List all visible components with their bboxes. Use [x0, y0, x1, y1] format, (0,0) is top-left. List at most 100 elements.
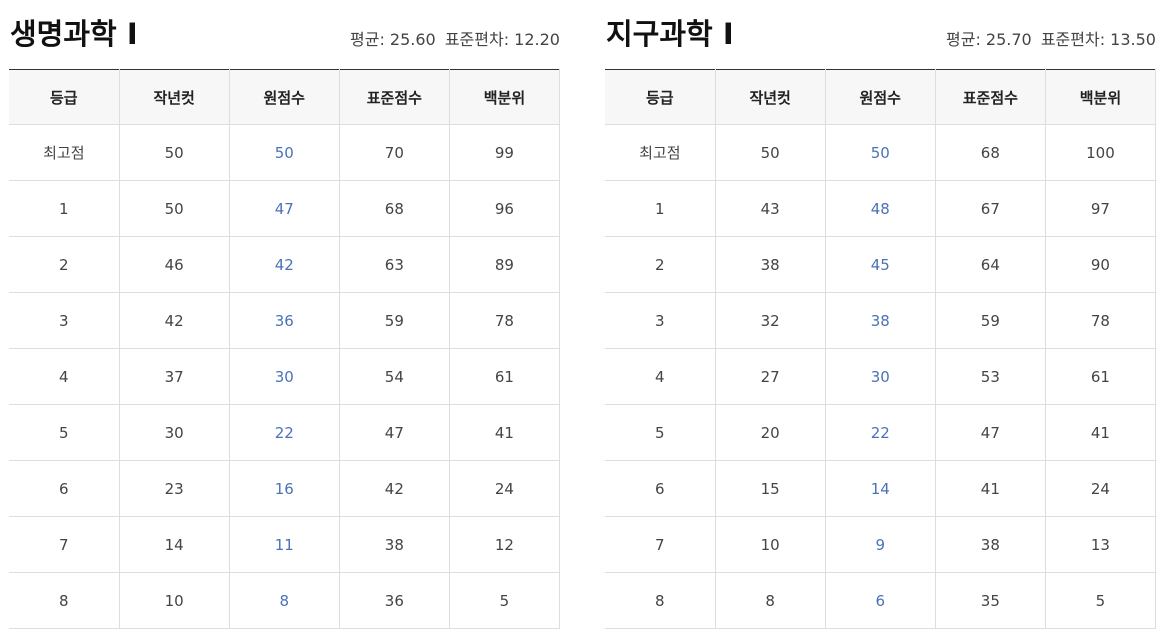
- column-header-raw-score: 원점수: [824, 69, 936, 125]
- panel-stats: 평균: 25.60 표준편차: 12.20: [350, 29, 560, 51]
- cell-raw-score: 22: [824, 404, 936, 461]
- cell-percentile: 61: [448, 348, 561, 405]
- cell-last-year-cut: 42: [118, 292, 230, 349]
- cell-last-year-cut: 50: [118, 124, 230, 181]
- cell-percentile: 90: [1044, 236, 1157, 293]
- column-header-last-year-cut: 작년컷: [118, 69, 230, 125]
- table-row: 8 8 6 35 5: [605, 572, 1157, 629]
- cell-raw-score: 48: [824, 180, 936, 237]
- cell-last-year-cut: 37: [118, 348, 230, 405]
- cell-percentile: 5: [1044, 572, 1157, 629]
- table-row: 3 32 38 59 78: [605, 292, 1157, 349]
- cell-standard-score: 38: [338, 516, 450, 573]
- cell-raw-score: 8: [228, 572, 340, 629]
- cell-raw-score: 50: [824, 124, 936, 181]
- grade-table: 등급 작년컷 원점수 표준점수 백분위 최고점 50 50 68 100 1 43 48 67 9…: [605, 69, 1157, 629]
- table-row: 2 38 45 64 90: [605, 236, 1157, 293]
- panel-header: 지구과학 Ⅰ 평균: 25.70 표준편차: 13.50: [605, 0, 1156, 69]
- cell-standard-score: 64: [934, 236, 1046, 293]
- column-header-grade: 등급: [9, 69, 120, 125]
- cell-percentile: 12: [448, 516, 561, 573]
- cell-grade: 5: [605, 404, 716, 461]
- column-header-standard-score: 표준점수: [934, 69, 1046, 125]
- panel-earth-science: 지구과학 Ⅰ 평균: 25.70 표준편차: 13.50 등급 작년컷 원점수 …: [605, 0, 1157, 629]
- cell-grade: 8: [9, 572, 120, 629]
- table-row: 6 23 16 42 24: [9, 460, 561, 517]
- column-header-raw-score: 원점수: [228, 69, 340, 125]
- panel-biology: 생명과학 Ⅰ 평균: 25.60 표준편차: 12.20 등급 작년컷 원점수 …: [9, 0, 561, 629]
- cell-grade: 최고점: [605, 124, 716, 181]
- cell-grade: 최고점: [9, 124, 120, 181]
- cell-grade: 2: [605, 236, 716, 293]
- cell-percentile: 97: [1044, 180, 1157, 237]
- cell-raw-score: 14: [824, 460, 936, 517]
- table-row: 2 46 42 63 89: [9, 236, 561, 293]
- table-row: 5 20 22 47 41: [605, 404, 1157, 461]
- cell-raw-score: 11: [228, 516, 340, 573]
- cell-raw-score: 16: [228, 460, 340, 517]
- cell-percentile: 5: [448, 572, 561, 629]
- table-row: 7 14 11 38 12: [9, 516, 561, 573]
- cell-percentile: 99: [448, 124, 561, 181]
- cell-percentile: 89: [448, 236, 561, 293]
- cell-last-year-cut: 50: [118, 180, 230, 237]
- panel-title: 생명과학 Ⅰ: [10, 17, 138, 51]
- cell-percentile: 78: [1044, 292, 1157, 349]
- cell-grade: 6: [9, 460, 120, 517]
- cell-percentile: 96: [448, 180, 561, 237]
- cell-grade: 7: [9, 516, 120, 573]
- table-row: 1 50 47 68 96: [9, 180, 561, 237]
- cell-grade: 4: [605, 348, 716, 405]
- cell-raw-score: 38: [824, 292, 936, 349]
- cell-percentile: 78: [448, 292, 561, 349]
- cell-standard-score: 68: [934, 124, 1046, 181]
- cell-standard-score: 54: [338, 348, 450, 405]
- mean-label: 평균: 25.60: [350, 30, 436, 49]
- cell-raw-score: 50: [228, 124, 340, 181]
- cell-standard-score: 42: [338, 460, 450, 517]
- cell-standard-score: 67: [934, 180, 1046, 237]
- cell-last-year-cut: 23: [118, 460, 230, 517]
- cell-raw-score: 47: [228, 180, 340, 237]
- cell-grade: 3: [605, 292, 716, 349]
- cell-standard-score: 41: [934, 460, 1046, 517]
- column-header-last-year-cut: 작년컷: [714, 69, 826, 125]
- table-header-row: 등급 작년컷 원점수 표준점수 백분위: [605, 69, 1157, 125]
- cell-raw-score: 45: [824, 236, 936, 293]
- cell-last-year-cut: 46: [118, 236, 230, 293]
- table-row: 4 37 30 54 61: [9, 348, 561, 405]
- cell-standard-score: 47: [338, 404, 450, 461]
- cell-standard-score: 59: [934, 292, 1046, 349]
- cell-last-year-cut: 20: [714, 404, 826, 461]
- cell-percentile: 61: [1044, 348, 1157, 405]
- cell-last-year-cut: 10: [118, 572, 230, 629]
- cell-standard-score: 59: [338, 292, 450, 349]
- table-row: 6 15 14 41 24: [605, 460, 1157, 517]
- cell-last-year-cut: 32: [714, 292, 826, 349]
- cell-raw-score: 9: [824, 516, 936, 573]
- cell-raw-score: 30: [228, 348, 340, 405]
- sd-label: 표준편차: 13.50: [1040, 30, 1156, 49]
- cell-standard-score: 53: [934, 348, 1046, 405]
- cell-grade: 5: [9, 404, 120, 461]
- cell-last-year-cut: 38: [714, 236, 826, 293]
- cell-grade: 6: [605, 460, 716, 517]
- grade-table: 등급 작년컷 원점수 표준점수 백분위 최고점 50 50 70 99 1 50 47 68 96…: [9, 69, 561, 629]
- cell-grade: 3: [9, 292, 120, 349]
- table-header-row: 등급 작년컷 원점수 표준점수 백분위: [9, 69, 561, 125]
- cell-grade: 4: [9, 348, 120, 405]
- table-row: 5 30 22 47 41: [9, 404, 561, 461]
- table-row: 최고점 50 50 70 99: [9, 124, 561, 181]
- cell-percentile: 100: [1044, 124, 1157, 181]
- table-row: 1 43 48 67 97: [605, 180, 1157, 237]
- panel-stats: 평균: 25.70 표준편차: 13.50: [946, 29, 1156, 51]
- cell-grade: 1: [605, 180, 716, 237]
- cell-raw-score: 30: [824, 348, 936, 405]
- column-header-grade: 등급: [605, 69, 716, 125]
- cell-standard-score: 47: [934, 404, 1046, 461]
- cell-standard-score: 35: [934, 572, 1046, 629]
- cell-last-year-cut: 14: [118, 516, 230, 573]
- cell-percentile: 41: [448, 404, 561, 461]
- table-row: 4 27 30 53 61: [605, 348, 1157, 405]
- cell-standard-score: 70: [338, 124, 450, 181]
